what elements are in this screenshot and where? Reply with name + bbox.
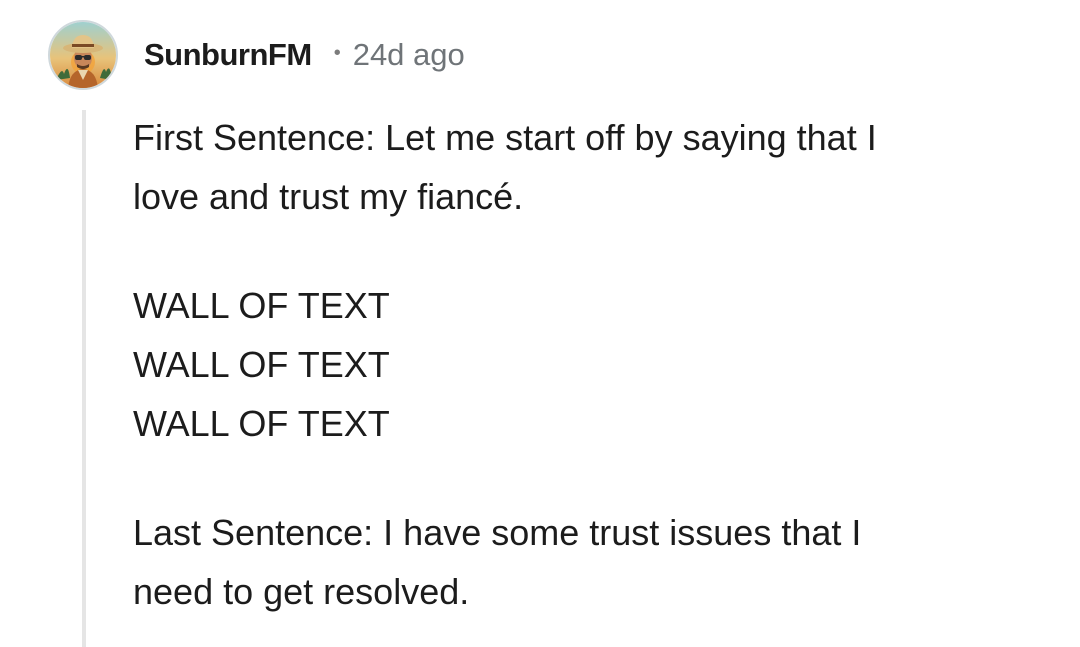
avatar[interactable] (48, 20, 118, 90)
first-sentence-paragraph: First Sentence: Let me start off by sayi… (133, 108, 1033, 226)
text-line: WALL OF TEXT (133, 344, 390, 385)
text-line: WALL OF TEXT (133, 285, 390, 326)
timestamp[interactable]: 24d ago (353, 37, 465, 73)
comment-body: First Sentence: Let me start off by sayi… (133, 108, 1033, 621)
text-line: First Sentence: Let me start off by sayi… (133, 117, 877, 158)
comment: SunburnFM • 24d ago First Sentence: Let … (0, 0, 1080, 647)
username[interactable]: SunburnFM (144, 37, 312, 73)
text-line: WALL OF TEXT (133, 403, 390, 444)
thread-line[interactable] (82, 110, 86, 647)
comment-header: SunburnFM • 24d ago (48, 18, 465, 92)
text-line: love and trust my fiancé. (133, 176, 524, 217)
last-sentence-paragraph: Last Sentence: I have some trust issues … (133, 503, 1033, 621)
cowboy-avatar-icon (50, 22, 116, 88)
text-line: Last Sentence: I have some trust issues … (133, 512, 862, 553)
wall-of-text-paragraph: WALL OF TEXT WALL OF TEXT WALL OF TEXT (133, 276, 1033, 453)
separator-dot: • (333, 41, 341, 64)
text-line: need to get resolved. (133, 571, 470, 612)
